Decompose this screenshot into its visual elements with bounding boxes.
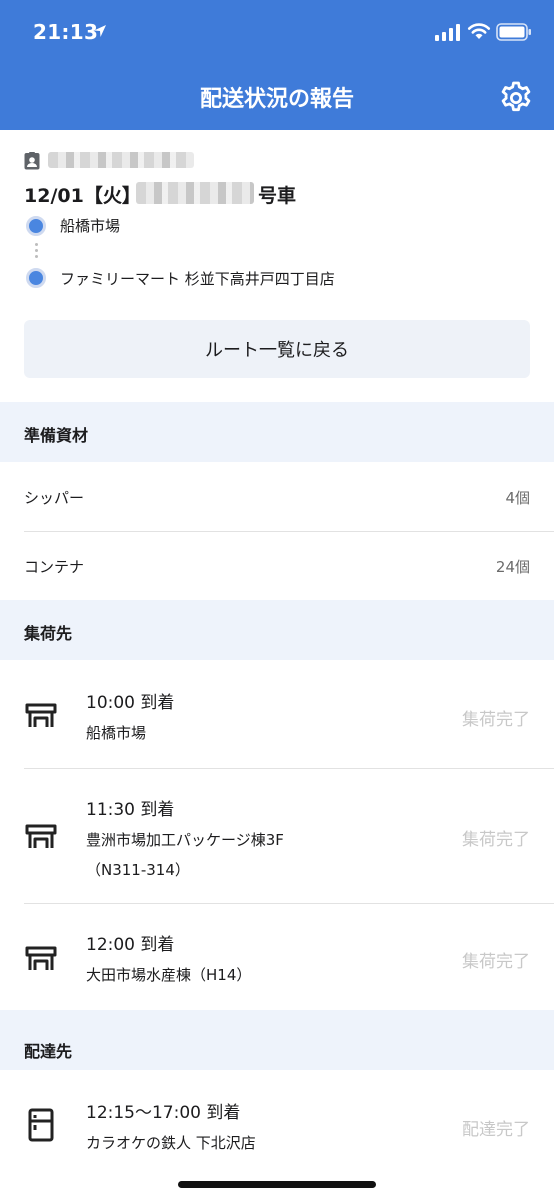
stop-name-detail: （N311-314）	[86, 861, 190, 879]
store-icon	[25, 946, 57, 970]
route-destination-dot	[26, 268, 46, 288]
route-date: 12/01【火】	[24, 185, 141, 207]
materials-section-header: 準備資材	[0, 402, 554, 462]
stop-status: 配達完了	[462, 1120, 530, 1140]
stop-name: カラオケの鉄人 下北沢店	[86, 1134, 256, 1152]
stop-arrival-time: 12:15〜17:00 到着	[86, 1103, 241, 1123]
pickup-section-header: 集荷先	[0, 600, 554, 660]
redacted-driver-name	[48, 152, 194, 168]
refrigerator-icon	[28, 1108, 54, 1142]
battery-icon	[496, 23, 531, 41]
route-connector	[34, 243, 38, 263]
route-origin-dot	[26, 216, 46, 236]
id-badge-icon	[24, 152, 40, 170]
stop-arrival-time: 12:00 到着	[86, 935, 175, 955]
materials-title: 準備資材	[24, 426, 89, 445]
route-origin: 船橋市場	[60, 217, 121, 235]
signal-icon	[435, 24, 460, 41]
pickup-stop[interactable]: 11:30 到着 豊洲市場加工パッケージ棟3F （N311-314） 集荷完了	[0, 769, 554, 903]
material-row: コンテナ 24個	[0, 532, 554, 600]
stop-name: 豊洲市場加工パッケージ棟3F	[86, 831, 284, 849]
status-bar: 21:13	[0, 0, 554, 66]
page-title: 配送状況の報告	[199, 87, 354, 112]
back-to-route-list-button[interactable]: ルート一覧に戻る	[24, 320, 530, 378]
stop-status: 集荷完了	[462, 710, 530, 730]
app-header: 21:13 配送状況の報告	[0, 0, 554, 130]
vehicle-suffix: 号車	[258, 185, 297, 207]
status-time: 21:13	[33, 20, 99, 44]
pickup-title: 集荷先	[24, 624, 73, 643]
delivery-title: 配達先	[24, 1042, 73, 1061]
home-indicator[interactable]	[178, 1181, 376, 1188]
stop-arrival-time: 10:00 到着	[86, 693, 175, 713]
pickup-stop[interactable]: 12:00 到着 大田市場水産棟（H14） 集荷完了	[0, 904, 554, 1010]
store-icon	[25, 824, 57, 848]
stop-status: 集荷完了	[462, 952, 530, 972]
material-name: コンテナ	[24, 558, 85, 576]
delivery-section-header: 配達先	[0, 1010, 554, 1070]
stop-arrival-time: 11:30 到着	[86, 800, 175, 820]
delivery-stop[interactable]: 12:15〜17:00 到着 カラオケの鉄人 下北沢店 配達完了	[0, 1070, 554, 1180]
pickup-stop[interactable]: 10:00 到着 船橋市場 集荷完了	[0, 660, 554, 768]
route-destination: ファミリーマート 杉並下高井戸四丁目店	[60, 270, 335, 288]
store-icon	[25, 703, 57, 727]
wifi-icon	[467, 23, 491, 39]
material-count: 4個	[505, 489, 530, 507]
stop-name: 船橋市場	[86, 724, 147, 742]
redacted-vehicle-number	[136, 182, 254, 204]
stop-status: 集荷完了	[462, 830, 530, 850]
gear-icon[interactable]	[498, 80, 534, 116]
material-count: 24個	[495, 558, 530, 576]
stop-name: 大田市場水産棟（H14）	[86, 966, 252, 984]
material-name: シッパー	[24, 489, 85, 507]
material-row: シッパー 4個	[0, 462, 554, 531]
location-arrow-icon	[94, 25, 106, 37]
